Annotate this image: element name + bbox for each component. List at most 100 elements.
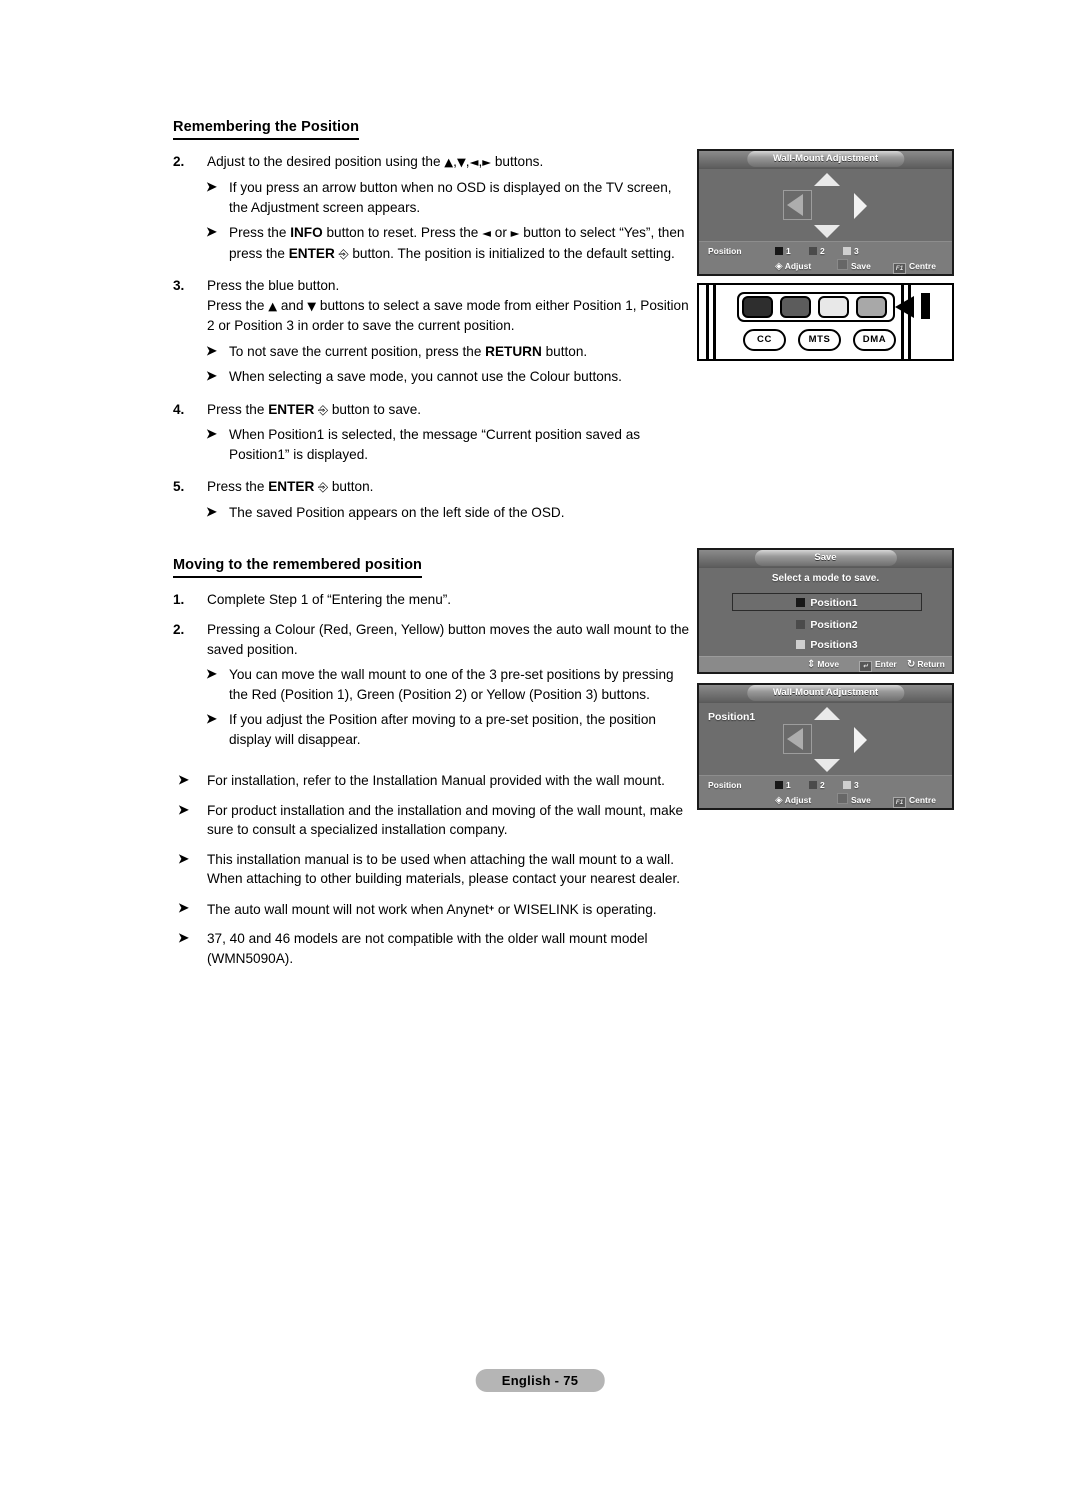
step-2: 2. Adjust to the desired position using …	[173, 152, 693, 173]
note-bullet: ➤ If you press an arrow button when no O…	[173, 178, 693, 217]
remote-left-rail-1	[706, 285, 709, 359]
note-text: The auto wall mount will not work when A…	[207, 901, 657, 917]
colour-button-yellow[interactable]	[818, 296, 849, 318]
osd-body	[699, 169, 952, 241]
position-2-swatch	[809, 781, 817, 789]
arrow-right-icon[interactable]	[853, 727, 867, 753]
arrow-up-icon[interactable]	[813, 707, 840, 720]
step-number: 1.	[173, 591, 185, 607]
osd-title: Save	[754, 550, 897, 566]
footer-position-3[interactable]: 3	[843, 244, 859, 258]
position-1-swatch	[775, 247, 783, 255]
document-body: Remembering the Position 2. Adjust to th…	[173, 118, 693, 978]
dpad-icon: ◈	[775, 261, 783, 272]
footer-position-3[interactable]: 3	[843, 778, 859, 792]
note-text: 37, 40 and 46 models are not compatible …	[207, 931, 648, 966]
direction-pad[interactable]	[782, 173, 869, 239]
page-footer-label: English - 75	[475, 1369, 605, 1392]
step-text: Press the ENTER ⎆ button to save.	[207, 401, 422, 417]
bullet-arrow-icon: ➤	[178, 801, 189, 817]
section-heading-moving: Moving to the remembered position	[173, 557, 423, 578]
arrow-down-icon[interactable]	[813, 225, 840, 238]
note-bullet: ➤ For product installation and the insta…	[173, 801, 693, 840]
note-text: The saved Position appears on the left s…	[229, 504, 565, 520]
arrow-left-icon[interactable]	[786, 194, 803, 216]
step-number: 4.	[173, 401, 185, 417]
note-text: You can move the wall mount to one of th…	[229, 667, 674, 702]
note-bullet: ➤ Press the INFO button to reset. Press …	[173, 223, 693, 263]
note-bullet: ➤ The saved Position appears on the left…	[173, 503, 693, 523]
step-5: 5. Press the ENTER ⎆ button.	[173, 477, 693, 497]
note-bullet: ➤ You can move the wall mount to one of …	[173, 665, 693, 704]
footer-position-1[interactable]: 1	[775, 244, 791, 258]
note-bullet: ➤ If you adjust the Position after movin…	[173, 710, 693, 749]
bullet-arrow-icon: ➤	[206, 711, 217, 727]
footer-return[interactable]: ↻ Return	[907, 657, 945, 672]
f1-key-icon: F1	[893, 797, 906, 808]
save-option-position3[interactable]: Position3	[732, 636, 922, 654]
colour-button-green[interactable]	[780, 296, 811, 318]
step-3: 3. Press the blue button. Press the ▲ an…	[173, 276, 693, 336]
cc-button[interactable]: CC	[743, 329, 786, 351]
arrow-up-icon[interactable]	[813, 173, 840, 186]
footer-centre[interactable]: F1 Centre	[893, 259, 936, 274]
direction-pad[interactable]	[782, 707, 869, 773]
note-bullet: ➤ To not save the current position, pres…	[173, 342, 693, 362]
arrow-down-icon[interactable]	[813, 759, 840, 772]
note-bullet: ➤ The auto wall mount will not work when…	[173, 899, 693, 920]
arrow-right-icon[interactable]	[853, 193, 867, 219]
osd-title-bar: Save	[699, 550, 952, 568]
bullet-arrow-icon: ➤	[178, 772, 189, 788]
bullet-arrow-icon: ➤	[206, 224, 217, 240]
save-option-position2[interactable]: Position2	[732, 616, 922, 634]
colour-button-blue[interactable]	[856, 296, 887, 318]
position-1-swatch	[775, 781, 783, 789]
note-bullet: ➤ 37, 40 and 46 models are not compatibl…	[173, 929, 693, 968]
footer-position-label: Position	[708, 246, 742, 256]
step-number: 2.	[173, 153, 185, 169]
arrow-left-icon[interactable]	[786, 728, 803, 750]
footer-adjust[interactable]: ◈ Adjust	[775, 793, 811, 808]
footer-position-2[interactable]: 2	[809, 778, 825, 792]
bullet-arrow-icon: ➤	[178, 850, 189, 866]
osd-body: Select a mode to save. Position1 Positio…	[699, 568, 952, 656]
footer-save[interactable]: Save	[837, 793, 871, 807]
footer-position-2[interactable]: 2	[809, 244, 825, 258]
note-text: When Position1 is selected, the message …	[229, 427, 641, 462]
save-option-position1[interactable]: Position1	[732, 593, 922, 611]
return-arrow-icon: ↻	[907, 659, 916, 670]
dpad-icon: ◈	[775, 795, 783, 806]
footer-move[interactable]: ⇕ Move	[807, 657, 839, 672]
bullet-arrow-icon: ➤	[178, 899, 189, 915]
position-1-swatch	[796, 598, 806, 607]
bullet-arrow-icon: ➤	[206, 426, 217, 442]
mts-button[interactable]: MTS	[798, 329, 841, 351]
osd-title-bar: Wall-Mount Adjustment	[699, 151, 952, 169]
step-move-2: 2. Pressing a Colour (Red, Green, Yellow…	[173, 620, 693, 659]
osd-footer: Position 1 2 3 ◈ Adjust Save F1 Centre	[699, 241, 952, 274]
step-text: Pressing a Colour (Red, Green, Yellow) b…	[207, 622, 690, 657]
dma-button[interactable]: DMA	[853, 329, 896, 351]
up-down-arrow-icon: ⇕	[807, 659, 816, 670]
footer-centre[interactable]: F1 Centre	[893, 793, 936, 808]
save-subtitle: Select a mode to save.	[771, 573, 880, 584]
colour-button-red[interactable]	[742, 296, 773, 318]
note-bullet: ➤ For installation, refer to the Install…	[173, 771, 693, 791]
step-text: Complete Step 1 of “Entering the menu”.	[207, 591, 452, 607]
footer-enter[interactable]: ↵ Enter	[859, 657, 897, 672]
saved-position-label: Position1	[708, 711, 756, 723]
note-text: This installation manual is to be used w…	[207, 851, 681, 887]
bullet-arrow-icon: ➤	[206, 666, 217, 682]
colour-buttons-group	[737, 292, 895, 322]
note-bullet: ➤ When selecting a save mode, you cannot…	[173, 367, 693, 387]
osd-title: Wall-Mount Adjustment	[746, 685, 905, 701]
footer-save[interactable]: Save	[837, 259, 871, 273]
osd-body: Position1	[699, 703, 952, 775]
bullet-arrow-icon: ➤	[206, 179, 217, 195]
footer-adjust[interactable]: ◈ Adjust	[775, 259, 811, 274]
pointer-bar-icon	[921, 293, 930, 319]
bullet-arrow-icon: ➤	[178, 930, 189, 946]
note-text: Press the INFO button to reset. Press th…	[229, 225, 685, 261]
remote-control-diagram: CC MTS DMA	[697, 283, 954, 361]
footer-position-1[interactable]: 1	[775, 778, 791, 792]
